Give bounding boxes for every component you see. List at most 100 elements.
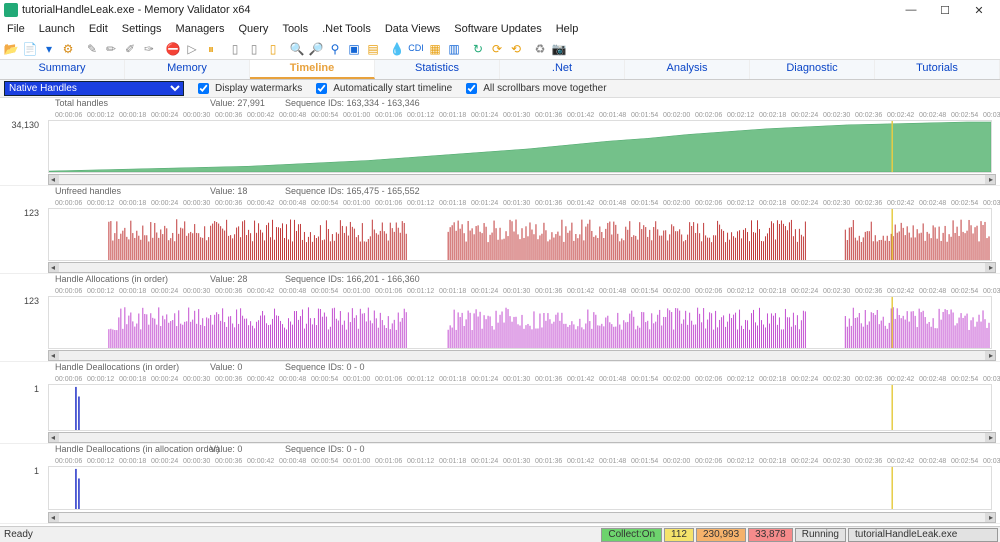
scroll-left-icon[interactable]: ◂ xyxy=(51,175,55,184)
app-icon xyxy=(4,3,18,17)
pause-icon[interactable]: ⏸ xyxy=(202,40,220,58)
minimize-button[interactable]: ― xyxy=(894,0,928,20)
pane-ticks: 00:00:0600:00:1200:00:1800:00:2400:00:30… xyxy=(55,200,1000,208)
pane-deallocations-alloc-order: Handle Deallocations (in allocation orde… xyxy=(0,444,1000,524)
handle-type-select[interactable]: Native Handles xyxy=(4,81,184,96)
edit-icon[interactable]: ✐ xyxy=(121,40,139,58)
camera-icon[interactable]: 📷 xyxy=(550,40,568,58)
menu-settings[interactable]: Settings xyxy=(119,22,165,36)
pane-title: Handle Allocations (in order) xyxy=(55,274,168,284)
horizontal-scrollbar[interactable]: ◂ ▸ xyxy=(48,512,996,523)
pane-yaxis: 1 xyxy=(0,466,42,476)
scroll-right-icon[interactable]: ▸ xyxy=(989,175,993,184)
pane-value: Value: 27,991 xyxy=(210,98,265,108)
zoom-in-icon[interactable]: 🔍 xyxy=(288,40,306,58)
scroll-right-icon[interactable]: ▸ xyxy=(989,263,993,272)
menu-tools[interactable]: Tools xyxy=(279,22,311,36)
pane-unfreed-handles: Unfreed handles Value: 18 Sequence IDs: … xyxy=(0,186,1000,274)
menu-managers[interactable]: Managers xyxy=(173,22,228,36)
pane-value: Value: 28 xyxy=(210,274,247,284)
scroll-right-icon[interactable]: ▸ xyxy=(989,351,993,360)
auto-start-timeline-checkbox[interactable] xyxy=(316,83,327,94)
pane-ticks: 00:00:0600:00:1200:00:1800:00:2400:00:30… xyxy=(55,458,1000,466)
menu-file[interactable]: File xyxy=(4,22,28,36)
graph-unfreed-handles[interactable] xyxy=(48,208,992,261)
scroll-left-icon[interactable]: ◂ xyxy=(51,263,55,272)
auto-start-timeline-label: Automatically start timeline xyxy=(333,83,452,94)
tab-diagnostic[interactable]: Diagnostic xyxy=(750,60,875,79)
scroll-right-icon[interactable]: ▸ xyxy=(989,513,993,522)
grid-icon[interactable]: ▥ xyxy=(445,40,463,58)
cdi-icon[interactable]: CDI xyxy=(407,40,425,58)
scrollbars-move-together-checkbox[interactable] xyxy=(466,83,477,94)
maximize-button[interactable]: ☐ xyxy=(928,0,962,20)
refresh2-icon[interactable]: ⟲ xyxy=(507,40,525,58)
menu-help[interactable]: Help xyxy=(553,22,582,36)
file-icon[interactable]: 📄 xyxy=(21,40,39,58)
menu-query[interactable]: Query xyxy=(235,22,271,36)
reload-green-icon[interactable]: ↻ xyxy=(469,40,487,58)
marker-icon[interactable]: ✏ xyxy=(102,40,120,58)
panel-icon[interactable]: ▦ xyxy=(426,40,444,58)
status-count3: 33,878 xyxy=(748,528,793,542)
status-count2: 230,993 xyxy=(696,528,746,542)
droplet-icon[interactable]: 💧 xyxy=(388,40,406,58)
funnel-icon[interactable]: ▾ xyxy=(40,40,58,58)
scroll-left-icon[interactable]: ◂ xyxy=(51,433,55,442)
close-button[interactable]: ✕ xyxy=(962,0,996,20)
tab-memory[interactable]: Memory xyxy=(125,60,250,79)
tab-net[interactable]: .Net xyxy=(500,60,625,79)
scroll-left-icon[interactable]: ◂ xyxy=(51,513,55,522)
tab-summary[interactable]: Summary xyxy=(0,60,125,79)
refresh1-icon[interactable]: ⟳ xyxy=(488,40,506,58)
status-ready: Ready xyxy=(0,529,601,540)
timeline-subbar: Native Handles Display watermarks Automa… xyxy=(0,80,1000,98)
tab-tutorials[interactable]: Tutorials xyxy=(875,60,1000,79)
open-file-icon[interactable]: 📂 xyxy=(2,40,20,58)
pane-seqids: Sequence IDs: 0 - 0 xyxy=(285,362,365,372)
pane-seqids: Sequence IDs: 166,201 - 166,360 xyxy=(285,274,420,284)
scroll-left-icon[interactable]: ◂ xyxy=(51,351,55,360)
horizontal-scrollbar[interactable]: ◂ ▸ xyxy=(48,262,996,273)
pane-seqids: Sequence IDs: 165,475 - 165,552 xyxy=(285,186,420,196)
find-icon[interactable]: ⚲ xyxy=(326,40,344,58)
scroll-right-icon[interactable]: ▸ xyxy=(989,433,993,442)
bookmark-icon[interactable]: ▤ xyxy=(364,40,382,58)
display-watermarks-label: Display watermarks xyxy=(215,83,302,94)
pen-icon[interactable]: ✎ xyxy=(83,40,101,58)
menu-softwareupdates[interactable]: Software Updates xyxy=(451,22,544,36)
doc2-icon[interactable]: ▯ xyxy=(245,40,263,58)
pane-yaxis: 1 xyxy=(0,384,42,394)
status-running: Running xyxy=(795,528,846,542)
recycle-icon[interactable]: ♻ xyxy=(531,40,549,58)
doc3-icon[interactable]: ▯ xyxy=(264,40,282,58)
tab-analysis[interactable]: Analysis xyxy=(625,60,750,79)
horizontal-scrollbar[interactable]: ◂ ▸ xyxy=(48,350,996,361)
tab-statistics[interactable]: Statistics xyxy=(375,60,500,79)
horizontal-scrollbar[interactable]: ◂ ▸ xyxy=(48,432,996,443)
gear-icon[interactable]: ⚙ xyxy=(59,40,77,58)
goto-icon[interactable]: ▣ xyxy=(345,40,363,58)
pane-yaxis: 123 xyxy=(0,208,42,218)
status-count1: 112 xyxy=(664,528,694,542)
display-watermarks-checkbox[interactable] xyxy=(198,83,209,94)
pane-title: Unfreed handles xyxy=(55,186,121,196)
graph-allocations[interactable] xyxy=(48,296,992,349)
graph-deallocations-alloc-order[interactable] xyxy=(48,466,992,510)
menu-dataviews[interactable]: Data Views xyxy=(382,22,443,36)
horizontal-scrollbar[interactable]: ◂ ▸ xyxy=(48,174,996,185)
menu-edit[interactable]: Edit xyxy=(86,22,111,36)
scrollbars-move-together-label: All scrollbars move together xyxy=(483,83,606,94)
stop-icon[interactable]: ⛔ xyxy=(164,40,182,58)
window-title: tutorialHandleLeak.exe - Memory Validato… xyxy=(22,4,894,16)
pane-value: Value: 0 xyxy=(210,362,242,372)
graph-total-handles[interactable] xyxy=(48,120,992,173)
play-icon[interactable]: ▷ xyxy=(183,40,201,58)
menu-launch[interactable]: Launch xyxy=(36,22,78,36)
doc1-icon[interactable]: ▯ xyxy=(226,40,244,58)
zoom-out-icon[interactable]: 🔎 xyxy=(307,40,325,58)
brush-icon[interactable]: ✑ xyxy=(140,40,158,58)
tab-timeline[interactable]: Timeline xyxy=(250,60,375,79)
menu-nettools[interactable]: .Net Tools xyxy=(319,22,374,36)
graph-deallocations[interactable] xyxy=(48,384,992,431)
